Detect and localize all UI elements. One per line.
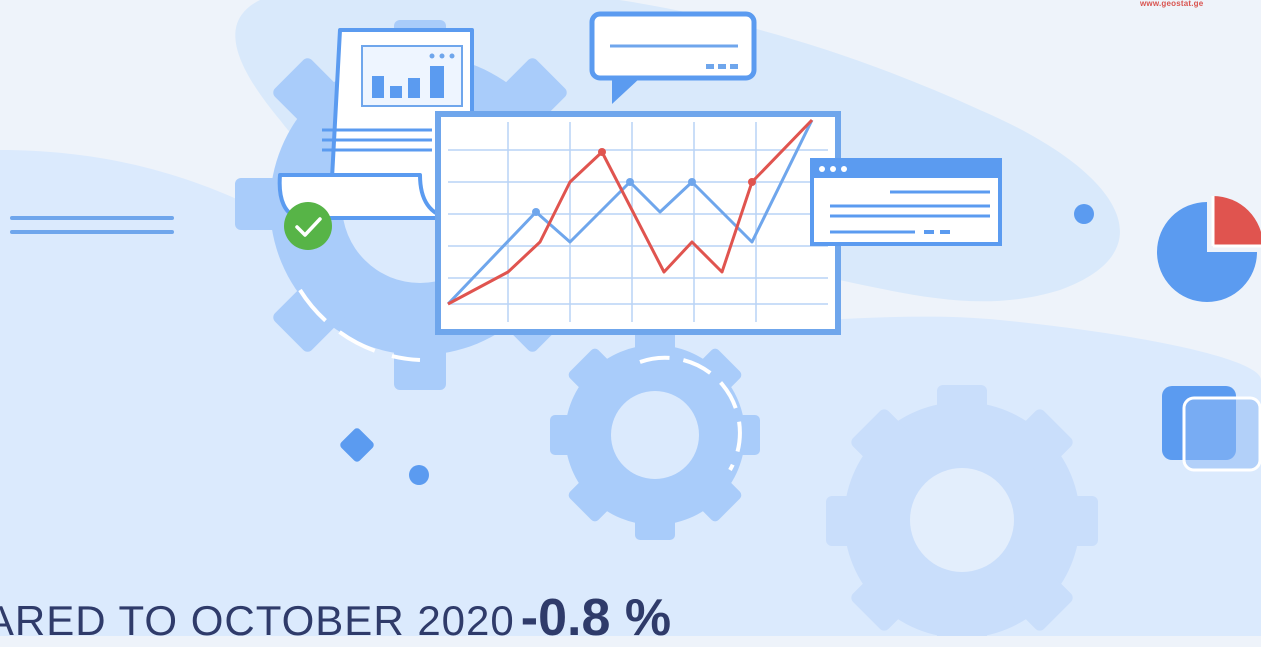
stacked-cards-icon xyxy=(1162,386,1261,472)
gear-medium-icon xyxy=(550,330,760,540)
analytics-illustration: www.geostat.ge PARED TO OCTOBER 2020 -0.8… xyxy=(0,0,1261,647)
pie-chart-icon xyxy=(1157,196,1261,302)
browser-window-icon xyxy=(810,158,1002,246)
chart-panel xyxy=(435,111,841,335)
dot-decoration-right xyxy=(1074,204,1094,224)
caption: PARED TO OCTOBER 2020 -0.8 % xyxy=(0,592,671,644)
dot-decoration xyxy=(409,465,429,485)
check-icon xyxy=(284,202,332,250)
website-url: www.geostat.ge xyxy=(1140,0,1204,8)
illustration-svg xyxy=(0,0,1261,647)
caption-text: PARED TO OCTOBER 2020 xyxy=(0,597,515,644)
caption-value: -0.8 % xyxy=(520,589,672,647)
